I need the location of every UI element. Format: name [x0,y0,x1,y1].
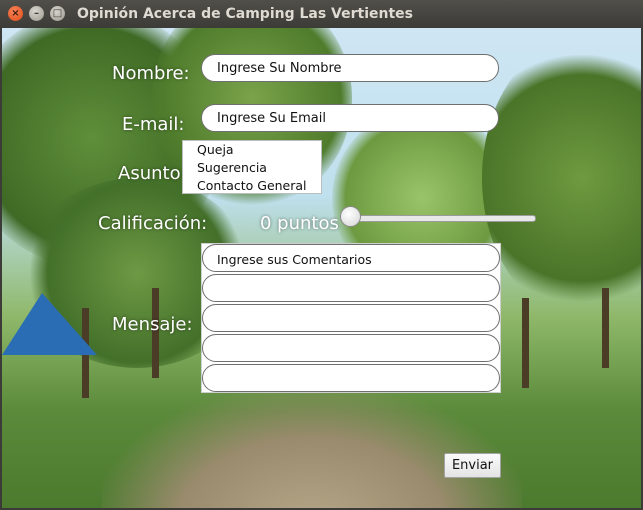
close-icon[interactable]: × [8,6,23,21]
nombre-label: Nombre: [112,63,190,84]
comentarios-text: Ingrese sus Comentarios [217,252,372,267]
minimize-icon[interactable]: – [29,6,44,21]
calificacion-slider-track[interactable] [348,215,536,222]
maximize-icon[interactable]: □ [50,6,65,21]
mensaje-label: Mensaje: [112,314,193,335]
puntos-value: 0 puntos [260,213,339,234]
window-title: Opinión Acerca de Camping Las Vertientes [77,6,413,22]
nombre-field[interactable]: Ingrese Su Nombre [201,54,499,82]
asunto-option-queja[interactable]: Queja [183,141,321,159]
window-titlebar: × – □ Opinión Acerca de Camping Las Vert… [0,0,643,28]
asunto-dropdown-list[interactable]: Queja Sugerencia Contacto General [182,140,322,194]
email-field[interactable]: Ingrese Su Email [201,104,499,132]
comentarios-textarea[interactable]: Ingrese sus Comentarios [201,243,501,393]
asunto-option-sugerencia[interactable]: Sugerencia [183,159,321,177]
enviar-button[interactable]: Enviar [444,453,501,478]
asunto-option-contacto-general[interactable]: Contacto General [183,177,321,195]
calificacion-slider-handle[interactable] [340,206,361,227]
asunto-label: Asunto [118,163,181,184]
email-label: E-mail: [122,114,185,135]
calificacion-label: Calificación: [98,213,208,234]
